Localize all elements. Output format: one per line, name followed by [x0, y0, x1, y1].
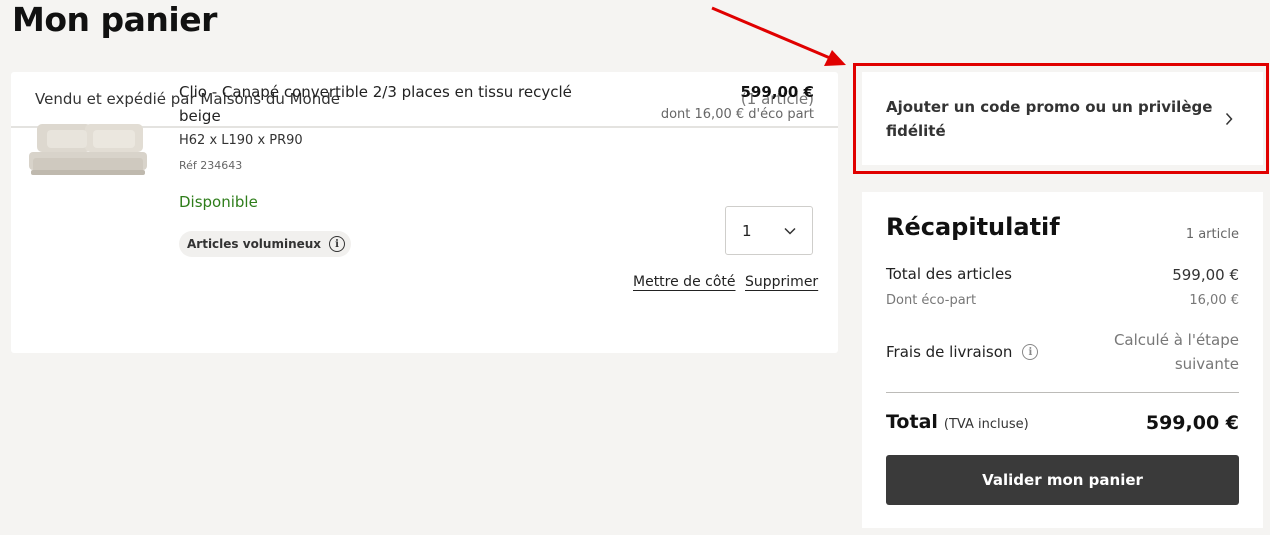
- items-total-label: Total des articles: [886, 265, 1012, 283]
- quantity-select[interactable]: 1: [725, 206, 813, 255]
- shipping-value: Calculé à l'étape suivante: [1113, 331, 1239, 373]
- page-title: Mon panier: [12, 0, 217, 39]
- quantity-value: 1: [742, 221, 752, 240]
- shipping-label: Frais de livraison: [886, 343, 1013, 361]
- product-image[interactable]: [27, 118, 149, 183]
- annotation-arrow: [711, 6, 846, 66]
- item-price: 599,00 €: [740, 83, 814, 101]
- info-icon[interactable]: i: [1022, 344, 1039, 360]
- set-aside-link[interactable]: Mettre de côté: [633, 274, 736, 290]
- items-total-value: 599,00 €: [1172, 266, 1239, 284]
- annotation-highlight-frame: [853, 63, 1269, 174]
- total-value: 599,00 €: [1145, 412, 1239, 434]
- availability-status: Disponible: [179, 193, 258, 211]
- info-icon[interactable]: i: [329, 236, 346, 252]
- item-eco-part: dont 16,00 € d'éco part: [660, 107, 814, 122]
- total-label-row: Total (TVA incluse): [886, 411, 1029, 433]
- bulky-items-label: Articles volumineux: [187, 237, 322, 251]
- summary-divider: [886, 392, 1239, 393]
- bulky-items-badge: Articles volumineux i: [179, 231, 352, 257]
- total-label: Total: [886, 411, 938, 433]
- total-vat-note: (TVA incluse): [943, 417, 1029, 432]
- summary-item-count: 1 article: [1185, 227, 1239, 242]
- validate-cart-button[interactable]: Valider mon panier: [886, 455, 1239, 505]
- product-reference: Réf 234643: [179, 159, 243, 172]
- remove-link[interactable]: Supprimer: [745, 274, 818, 290]
- shipping-label-row: Frais de livraison i: [886, 343, 1039, 361]
- summary-title: Récapitulatif: [886, 213, 1060, 241]
- summary-card: Récapitulatif 1 article Total des articl…: [862, 192, 1263, 528]
- chevron-down-icon: [784, 227, 796, 235]
- product-name[interactable]: Clio - Canapé convertible 2/3 places en …: [179, 80, 589, 128]
- product-dimensions: H62 x L190 x PR90: [179, 133, 303, 148]
- eco-part-label: Dont éco-part: [886, 293, 977, 308]
- eco-part-value: 16,00 €: [1189, 293, 1239, 308]
